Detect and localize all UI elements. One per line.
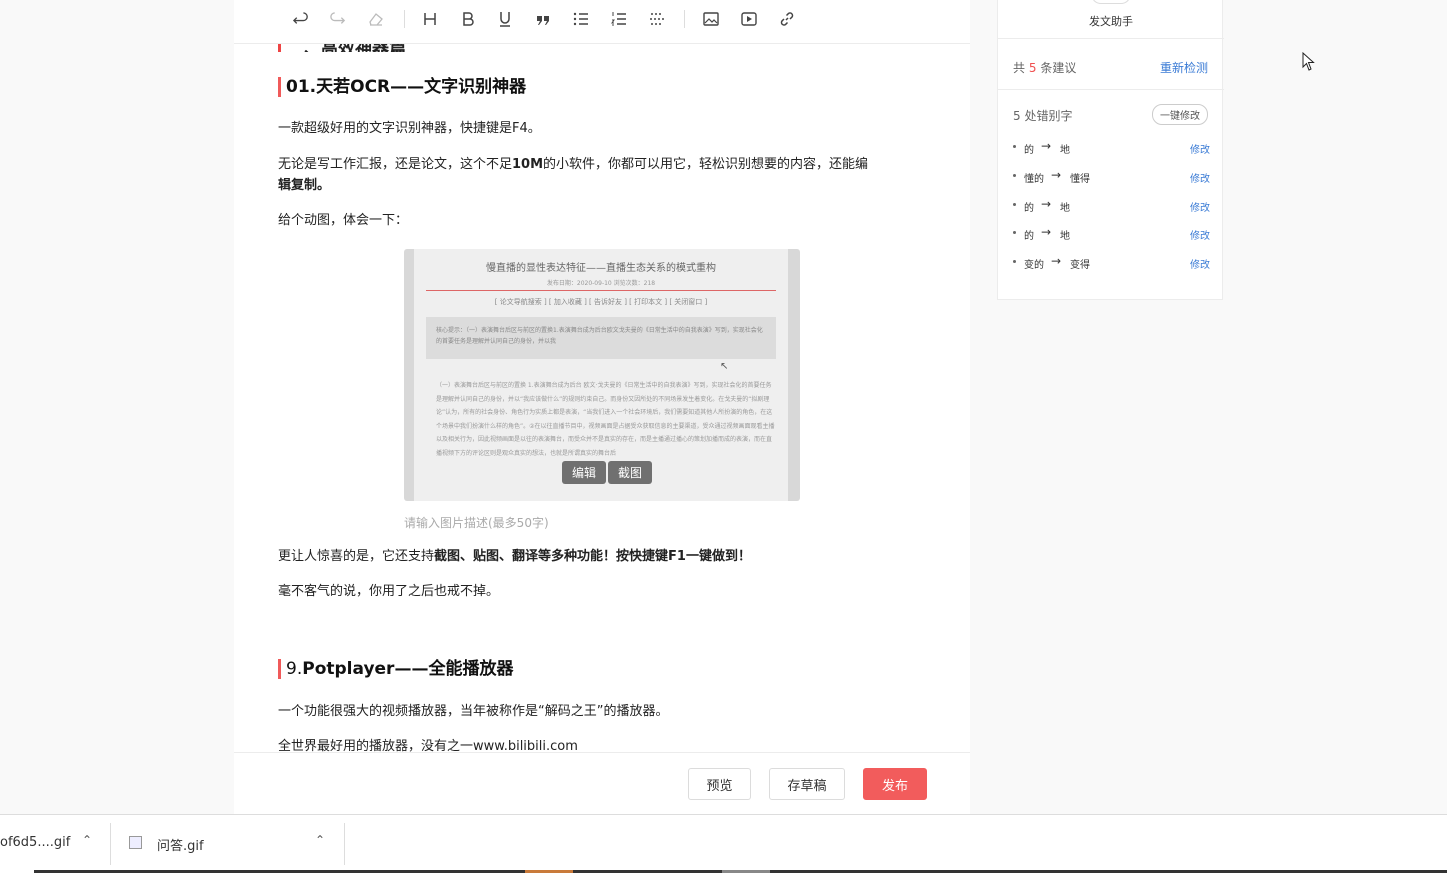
undo-icon[interactable] xyxy=(287,8,313,30)
chevron-up-icon[interactable]: ⌃ xyxy=(315,833,325,847)
typo-section-title: 5 处错别字 xyxy=(1013,109,1073,123)
bullet-list-icon[interactable] xyxy=(568,8,594,30)
gif-summary-box: 核心提示：（一）表演舞台后区与前区的置换1.表演舞台成为后台欧文戈夫曼的《日常生… xyxy=(426,317,776,359)
editor-toolbar xyxy=(234,0,970,44)
suggestion-item: 懂的 → 懂得 修改 xyxy=(1013,168,1210,186)
download-bar: of6d5....gif ⌃ 问答.gif ⌃ xyxy=(0,814,1447,873)
download-item[interactable]: 问答.gif ⌃ xyxy=(111,815,344,871)
video-icon[interactable] xyxy=(736,8,762,30)
quote-icon[interactable] xyxy=(530,8,556,30)
heading-icon[interactable] xyxy=(417,8,443,30)
paragraph: 一款超级好用的文字识别神器，快捷键是F4。 xyxy=(278,121,541,136)
section-heading: 二、高效神器篇 xyxy=(278,44,406,52)
numbered-list-icon[interactable] xyxy=(606,8,632,30)
paragraph: 更让人惊喜的是，它还支持截图、贴图、翻译等多种功能！按快捷键F1一键做到！ xyxy=(278,549,751,564)
bullet-icon xyxy=(1013,231,1016,234)
chevron-up-icon[interactable]: ⌃ xyxy=(82,833,92,847)
divider xyxy=(998,38,1224,39)
original-word: 变的 xyxy=(1024,260,1044,271)
recheck-link[interactable]: 重新检测 xyxy=(1160,59,1208,76)
editor-footer: 预览 存草稿 发布 xyxy=(234,752,970,814)
eraser-icon[interactable] xyxy=(363,8,389,30)
toolbar-separator xyxy=(404,10,405,28)
paragraph: 无论是写工作汇报，还是论文，这个不足10M的小软件，你都可以用它，轻松识别想要的… xyxy=(278,157,869,193)
suggestion-count: 共 5 条建议 xyxy=(1013,61,1077,75)
download-item[interactable]: of6d5....gif ⌃ xyxy=(0,815,110,871)
paragraph: 给个动图，体会一下： xyxy=(278,213,409,228)
paragraph: 一个功能很强大的视频播放器，当年被称作是“解码之王”的播放器。 xyxy=(278,704,669,719)
paragraph: 全世界最好用的播放器，没有之一www.bilibili.com xyxy=(278,739,578,752)
bullet-icon xyxy=(1013,260,1016,263)
image-caption-input[interactable]: 请输入图片描述(最多50字) xyxy=(404,514,549,531)
gif-divider xyxy=(426,290,776,291)
fix-all-button[interactable]: 一键修改 xyxy=(1152,104,1208,125)
mouse-cursor-icon xyxy=(1302,52,1315,71)
fix-link[interactable]: 修改 xyxy=(1190,227,1210,242)
gif-frame: 慢直播的显性表达特征——直播生态关系的模式重构 发布日期：2020-09-10 … xyxy=(414,249,788,501)
publish-button[interactable]: 发布 xyxy=(863,768,927,800)
fix-link[interactable]: 修改 xyxy=(1190,256,1210,271)
arrow-right-icon: → xyxy=(1051,254,1062,268)
download-filename[interactable]: of6d5....gif xyxy=(0,835,70,850)
suggestion-item: 的 → 地 修改 xyxy=(1013,225,1210,243)
gif-summary-text: 核心提示：（一）表演舞台后区与前区的置换1.表演舞台成为后台欧文戈夫曼的《日常生… xyxy=(436,327,763,345)
bullet-icon xyxy=(1013,145,1016,148)
edit-image-button[interactable]: 编辑 xyxy=(562,461,607,484)
suggested-word: 地 xyxy=(1060,145,1070,156)
assistant-title[interactable]: 发文助手 xyxy=(998,13,1224,29)
divider-icon[interactable] xyxy=(644,8,670,30)
heading-potplayer: 9.Potplayer——全能播放器 xyxy=(278,659,513,679)
bold-icon[interactable] xyxy=(455,8,481,30)
toolbar-separator xyxy=(684,10,685,28)
gif-file-icon xyxy=(129,836,142,849)
fix-link[interactable]: 修改 xyxy=(1190,170,1210,185)
fix-link[interactable]: 修改 xyxy=(1190,199,1210,214)
download-filename[interactable]: 问答.gif xyxy=(157,835,204,854)
gif-title: 慢直播的显性表达特征——直播生态关系的模式重构 xyxy=(486,263,716,274)
arrow-right-icon: → xyxy=(1041,225,1052,239)
save-draft-button[interactable]: 存草稿 xyxy=(769,768,845,800)
original-word: 的 xyxy=(1024,145,1034,156)
suggestion-item: 的 → 地 修改 xyxy=(1013,197,1210,215)
image-icon[interactable] xyxy=(698,8,724,30)
divider xyxy=(344,823,345,865)
gif-nav: [ 论文导航搜索 ] [ 加入收藏 ] [ 告诉好友 ] [ 打印本文 ] [ … xyxy=(494,298,708,306)
divider xyxy=(998,89,1224,90)
assistant-icon[interactable] xyxy=(1091,0,1131,4)
link-icon[interactable] xyxy=(774,8,800,30)
fix-link[interactable]: 修改 xyxy=(1190,141,1210,156)
crop-image-button[interactable]: 截图 xyxy=(608,461,653,484)
suggestion-item: 变的 → 变得 修改 xyxy=(1013,254,1210,272)
bullet-icon xyxy=(1013,203,1016,206)
original-word: 懂的 xyxy=(1024,174,1044,185)
gif-body-text: （一）表演舞台后区与前区的置换 1.表演舞台成为后台 欧文·戈夫曼的《日常生活中… xyxy=(436,382,775,457)
article-content[interactable]: 二、高效神器篇 01.天若OCR——文字识别神器 一款超级好用的文字识别神器，快… xyxy=(234,44,970,752)
arrow-right-icon: → xyxy=(1041,197,1052,211)
embedded-gif-image[interactable]: 慢直播的显性表达特征——直播生态关系的模式重构 发布日期：2020-09-10 … xyxy=(404,249,800,501)
preview-button[interactable]: 预览 xyxy=(688,768,751,800)
bullet-icon xyxy=(1013,174,1016,177)
paragraph: 毫不客气的说，你用了之后也戒不掉。 xyxy=(278,584,500,599)
writing-assistant-panel: 发文助手 共 5 条建议 重新检测 5 处错别字 一键修改 的 → 地 修改 懂… xyxy=(997,0,1224,300)
suggested-word: 懂得 xyxy=(1070,174,1090,185)
original-word: 的 xyxy=(1024,203,1034,214)
suggested-word: 地 xyxy=(1060,203,1070,214)
redo-icon[interactable] xyxy=(325,8,351,30)
suggestion-item: 的 → 地 修改 xyxy=(1013,139,1210,157)
underline-icon[interactable] xyxy=(492,8,518,30)
original-word: 的 xyxy=(1024,231,1034,242)
heading-ocr: 01.天若OCR——文字识别神器 xyxy=(278,77,526,97)
arrow-right-icon: → xyxy=(1041,139,1052,153)
gif-overlay-buttons: 编辑 截图 xyxy=(562,461,653,484)
suggested-word: 地 xyxy=(1060,231,1070,242)
suggested-word: 变得 xyxy=(1070,260,1090,271)
editor: 二、高效神器篇 01.天若OCR——文字识别神器 一款超级好用的文字识别神器，快… xyxy=(234,0,970,814)
cursor-icon: ↖ xyxy=(720,361,729,372)
gif-meta: 发布日期：2020-09-10 浏览次数：218 xyxy=(546,280,656,287)
arrow-right-icon: → xyxy=(1051,168,1062,182)
